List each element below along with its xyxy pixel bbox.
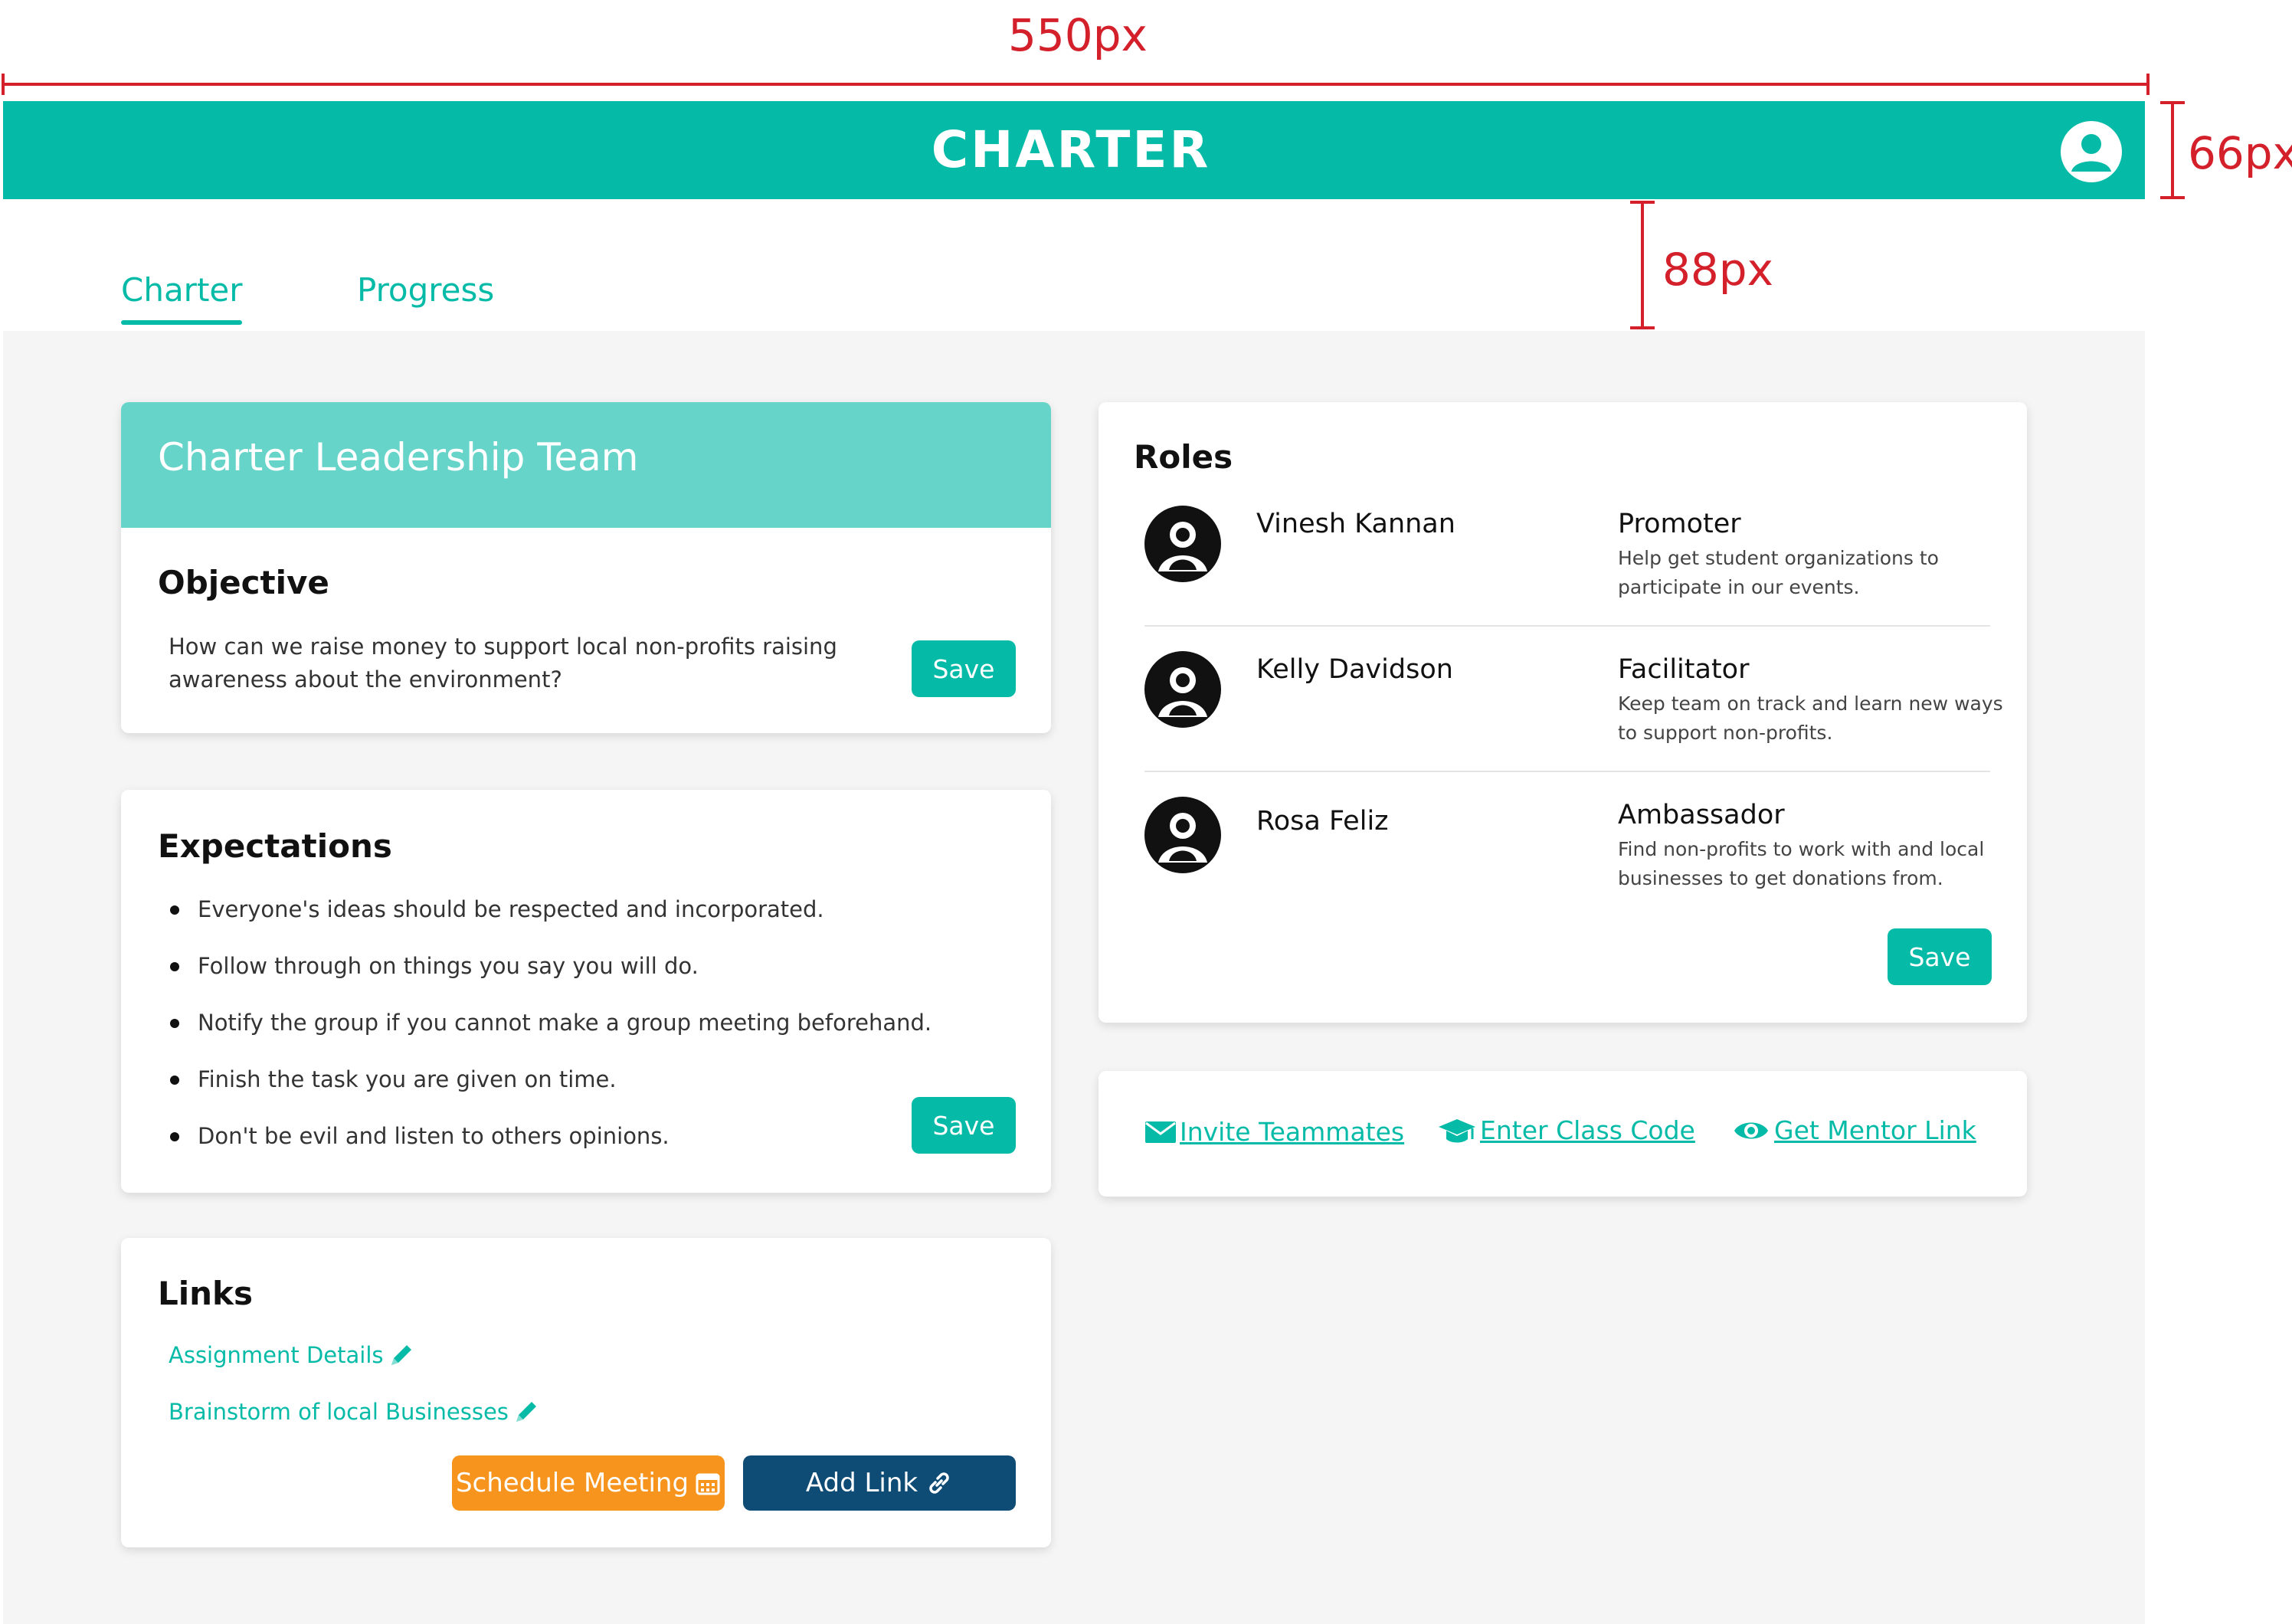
expectations-save-button[interactable]: Save xyxy=(912,1097,1016,1154)
add-link-button[interactable]: Add Link xyxy=(743,1455,1016,1511)
enter-class-code-label[interactable]: Enter Class Code xyxy=(1480,1115,1695,1145)
member-role-title: Ambassador xyxy=(1618,800,1785,830)
member-role-description: businesses to get donations from. xyxy=(1618,867,1943,889)
links-heading: Links xyxy=(158,1275,253,1312)
member-name: Kelly Davidson xyxy=(1256,654,1453,685)
member-avatar-icon xyxy=(1144,506,1221,582)
width-annotation-label: 550px xyxy=(1008,9,1148,61)
expectation-item: Everyone's ideas should be respected and… xyxy=(198,896,824,922)
member-role-description: Keep team on track and learn new ways xyxy=(1618,692,2003,715)
member-name: Rosa Feliz xyxy=(1256,806,1389,837)
member-role-title: Facilitator xyxy=(1618,654,1750,685)
tab-progress[interactable]: Progress xyxy=(357,271,494,309)
height-annotation-tick-bottom xyxy=(2160,196,2185,199)
chain-link-icon xyxy=(929,1472,949,1494)
calendar-icon xyxy=(696,1473,720,1495)
bullet-icon xyxy=(170,1019,179,1028)
gap-annotation-line xyxy=(1641,201,1644,329)
link-item-assignment-details[interactable]: Assignment Details xyxy=(169,1342,414,1368)
link-item-brainstorm[interactable]: Brainstorm of local Businesses xyxy=(169,1399,539,1425)
width-annotation-line xyxy=(2,83,2150,86)
roles-heading: Roles xyxy=(1134,438,1233,476)
objective-text-line-1: How can we raise money to support local … xyxy=(169,634,837,660)
schedule-meeting-label: Schedule Meeting xyxy=(455,1468,689,1498)
width-annotation-tick-left xyxy=(2,74,5,95)
enter-class-code-link[interactable]: Enter Class Code xyxy=(1437,1115,1695,1145)
gap-annotation-tick-top xyxy=(1630,201,1655,204)
expectation-item: Finish the task you are given on time. xyxy=(198,1066,617,1092)
width-annotation-tick-right xyxy=(2146,74,2150,95)
envelope-icon xyxy=(1145,1121,1176,1143)
member-role-description: Find non-profits to work with and local xyxy=(1618,838,1985,860)
page: 550px 66px CHARTER 88px Charter Progress… xyxy=(0,0,2292,1624)
height-annotation-tick-top xyxy=(2160,101,2185,104)
add-link-label: Add Link xyxy=(805,1468,918,1498)
bullet-icon xyxy=(170,962,179,971)
objective-text-line-2: awareness about the environment? xyxy=(169,666,562,692)
bullet-icon xyxy=(170,1076,179,1085)
height-annotation-label: 66px xyxy=(2188,127,2292,179)
divider xyxy=(1144,625,1990,627)
get-mentor-link-link[interactable]: Get Mentor Link xyxy=(1733,1115,1976,1145)
member-avatar-icon xyxy=(1144,651,1221,728)
link-label[interactable]: Brainstorm of local Businesses xyxy=(169,1399,509,1425)
member-name: Vinesh Kannan xyxy=(1256,509,1455,539)
active-tab-indicator xyxy=(121,320,242,325)
leadership-title: Charter Leadership Team xyxy=(158,435,639,480)
pencil-icon[interactable] xyxy=(513,1399,539,1425)
expectation-item: Don't be evil and listen to others opini… xyxy=(198,1123,670,1149)
divider xyxy=(1144,771,1990,772)
member-role-title: Promoter xyxy=(1618,509,1741,539)
objective-save-button[interactable]: Save xyxy=(912,640,1016,697)
schedule-meeting-button[interactable]: Schedule Meeting xyxy=(452,1455,725,1511)
member-role-description: participate in our events. xyxy=(1618,576,1860,598)
expectation-item: Notify the group if you cannot make a gr… xyxy=(198,1010,932,1036)
member-role-description: Help get student organizations to xyxy=(1618,547,1939,569)
height-annotation-line xyxy=(2171,101,2174,199)
link-label[interactable]: Assignment Details xyxy=(169,1342,384,1368)
eye-icon xyxy=(1734,1122,1768,1138)
pencil-icon[interactable] xyxy=(388,1342,414,1368)
charter-logo[interactable]: CHARTER xyxy=(932,119,1209,180)
gap-annotation-label: 88px xyxy=(1662,244,1773,296)
bullet-icon xyxy=(170,905,179,915)
graduation-cap-icon xyxy=(1439,1118,1475,1142)
tab-charter[interactable]: Charter xyxy=(121,271,243,309)
member-avatar-icon xyxy=(1144,797,1221,873)
gap-annotation-tick-bottom xyxy=(1630,326,1655,329)
objective-heading: Objective xyxy=(158,564,329,601)
bullet-icon xyxy=(170,1132,179,1141)
get-mentor-link-label[interactable]: Get Mentor Link xyxy=(1774,1115,1976,1145)
expectation-item: Follow through on things you say you wil… xyxy=(198,953,699,979)
user-avatar-icon[interactable] xyxy=(2061,121,2122,182)
member-role-description: to support non-profits. xyxy=(1618,722,1833,744)
roles-save-button[interactable]: Save xyxy=(1888,928,1992,985)
invite-teammates-link[interactable]: Invite Teammates xyxy=(1144,1117,1404,1147)
invite-teammates-label[interactable]: Invite Teammates xyxy=(1180,1117,1404,1147)
expectations-heading: Expectations xyxy=(158,827,392,865)
